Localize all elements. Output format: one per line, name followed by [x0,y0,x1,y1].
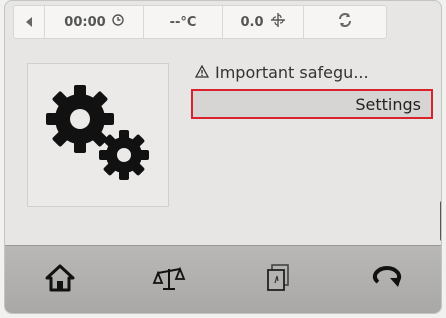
gears-icon [38,73,158,197]
back-arrow-icon [26,17,32,27]
fan-icon [270,12,286,32]
temperature-display[interactable]: --°C [144,6,223,38]
warning-icon [195,63,210,82]
menu-item-label: Important safegu... [215,62,369,82]
settings-category-tile [27,63,169,207]
document-button[interactable] [223,246,332,313]
home-button[interactable] [5,246,114,313]
menu-item-important-safeguards[interactable]: Important safegu... [195,57,435,87]
menu-item-settings[interactable]: Settings [191,89,433,119]
fan-display[interactable]: 0.0 [223,6,304,38]
temperature-value: --°C [169,14,197,30]
scrollbar[interactable] [440,201,441,241]
device-screen: 00:00 --°C 0.0 Important safegu... Setti… [4,0,442,314]
bottom-navigation [5,245,441,313]
fan-value: 0.0 [240,14,264,30]
status-bar: 00:00 --°C 0.0 [13,5,387,39]
return-icon [370,265,404,295]
back-button[interactable] [14,6,45,38]
document-icon [266,264,290,296]
timer-display[interactable]: 00:00 [45,6,144,38]
menu-item-label: Settings [355,94,421,114]
scale-icon [152,265,186,295]
refresh-icon [336,11,354,33]
scale-button[interactable] [114,246,223,313]
clock-icon [111,14,124,30]
timer-value: 00:00 [64,14,106,30]
home-icon [45,264,75,296]
return-button[interactable] [332,246,441,313]
refresh-button[interactable] [304,6,386,38]
